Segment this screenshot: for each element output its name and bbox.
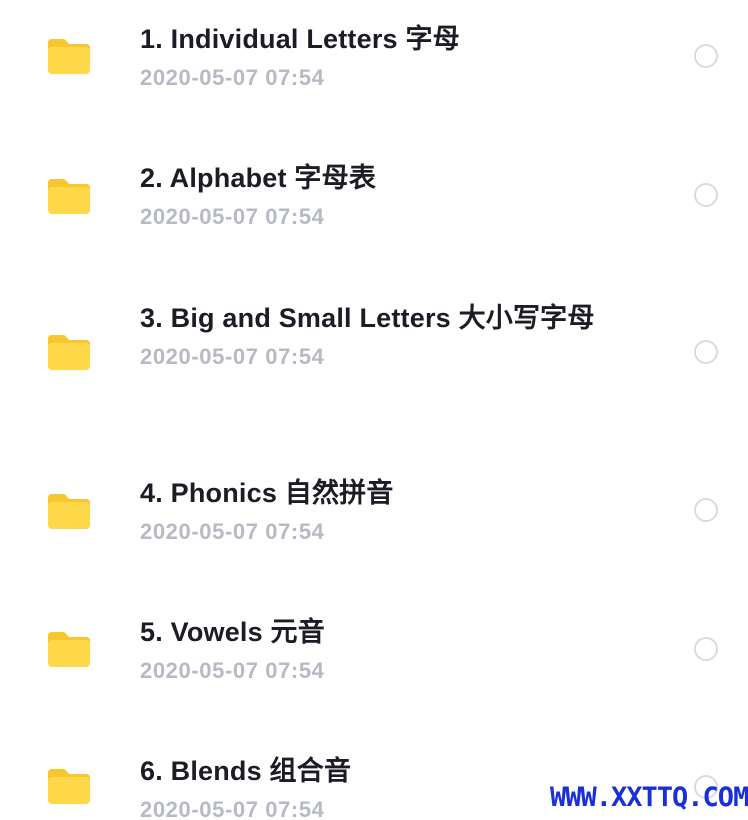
item-title: 5. Vowels 元音 — [140, 617, 325, 647]
list-item[interactable]: 1. Individual Letters 字母 2020-05-07 07:5… — [0, 0, 748, 130]
item-title: 1. Individual Letters 字母 — [140, 24, 460, 54]
item-date: 2020-05-07 07:54 — [140, 204, 325, 229]
item-text: 2. Alphabet 字母表 2020-05-07 07:54 — [140, 161, 620, 231]
item-text: 4. Phonics 自然拼音 2020-05-07 07:54 — [140, 476, 620, 546]
item-text: 3. Big and Small Letters 大小写字母 2020-05-0… — [140, 301, 610, 371]
item-title: 3. Big and Small Letters 大小写字母 — [140, 303, 595, 333]
item-text: 5. Vowels 元音 2020-05-07 07:54 — [140, 615, 620, 685]
folder-icon — [48, 179, 90, 214]
item-title: 2. Alphabet 字母表 — [140, 163, 377, 193]
list-item[interactable]: 3. Big and Small Letters 大小写字母 2020-05-0… — [0, 280, 748, 430]
select-radio[interactable] — [694, 637, 718, 661]
folder-icon — [48, 335, 90, 370]
select-radio[interactable] — [694, 44, 718, 68]
item-date: 2020-05-07 07:54 — [140, 658, 325, 683]
folder-icon — [48, 632, 90, 667]
select-radio[interactable] — [694, 498, 718, 522]
item-text: 6. Blends 组合音 2020-05-07 07:54 — [140, 754, 620, 820]
item-title: 4. Phonics 自然拼音 — [140, 478, 394, 508]
select-radio[interactable] — [694, 183, 718, 207]
watermark-text: WWW.XXTTQ.COM — [550, 782, 748, 813]
item-title: 6. Blends 组合音 — [140, 756, 352, 786]
list-item[interactable]: 5. Vowels 元音 2020-05-07 07:54 — [0, 594, 748, 724]
list-item[interactable]: 2. Alphabet 字母表 2020-05-07 07:54 — [0, 140, 748, 270]
item-date: 2020-05-07 07:54 — [140, 344, 325, 369]
folder-icon — [48, 39, 90, 74]
folder-icon — [48, 769, 90, 804]
folder-icon — [48, 494, 90, 529]
select-radio[interactable] — [694, 340, 718, 364]
item-date: 2020-05-07 07:54 — [140, 65, 325, 90]
item-date: 2020-05-07 07:54 — [140, 519, 325, 544]
item-text: 1. Individual Letters 字母 2020-05-07 07:5… — [140, 22, 620, 92]
file-list: 1. Individual Letters 字母 2020-05-07 07:5… — [0, 0, 748, 820]
list-item[interactable]: 4. Phonics 自然拼音 2020-05-07 07:54 — [0, 455, 748, 585]
item-date: 2020-05-07 07:54 — [140, 797, 325, 820]
